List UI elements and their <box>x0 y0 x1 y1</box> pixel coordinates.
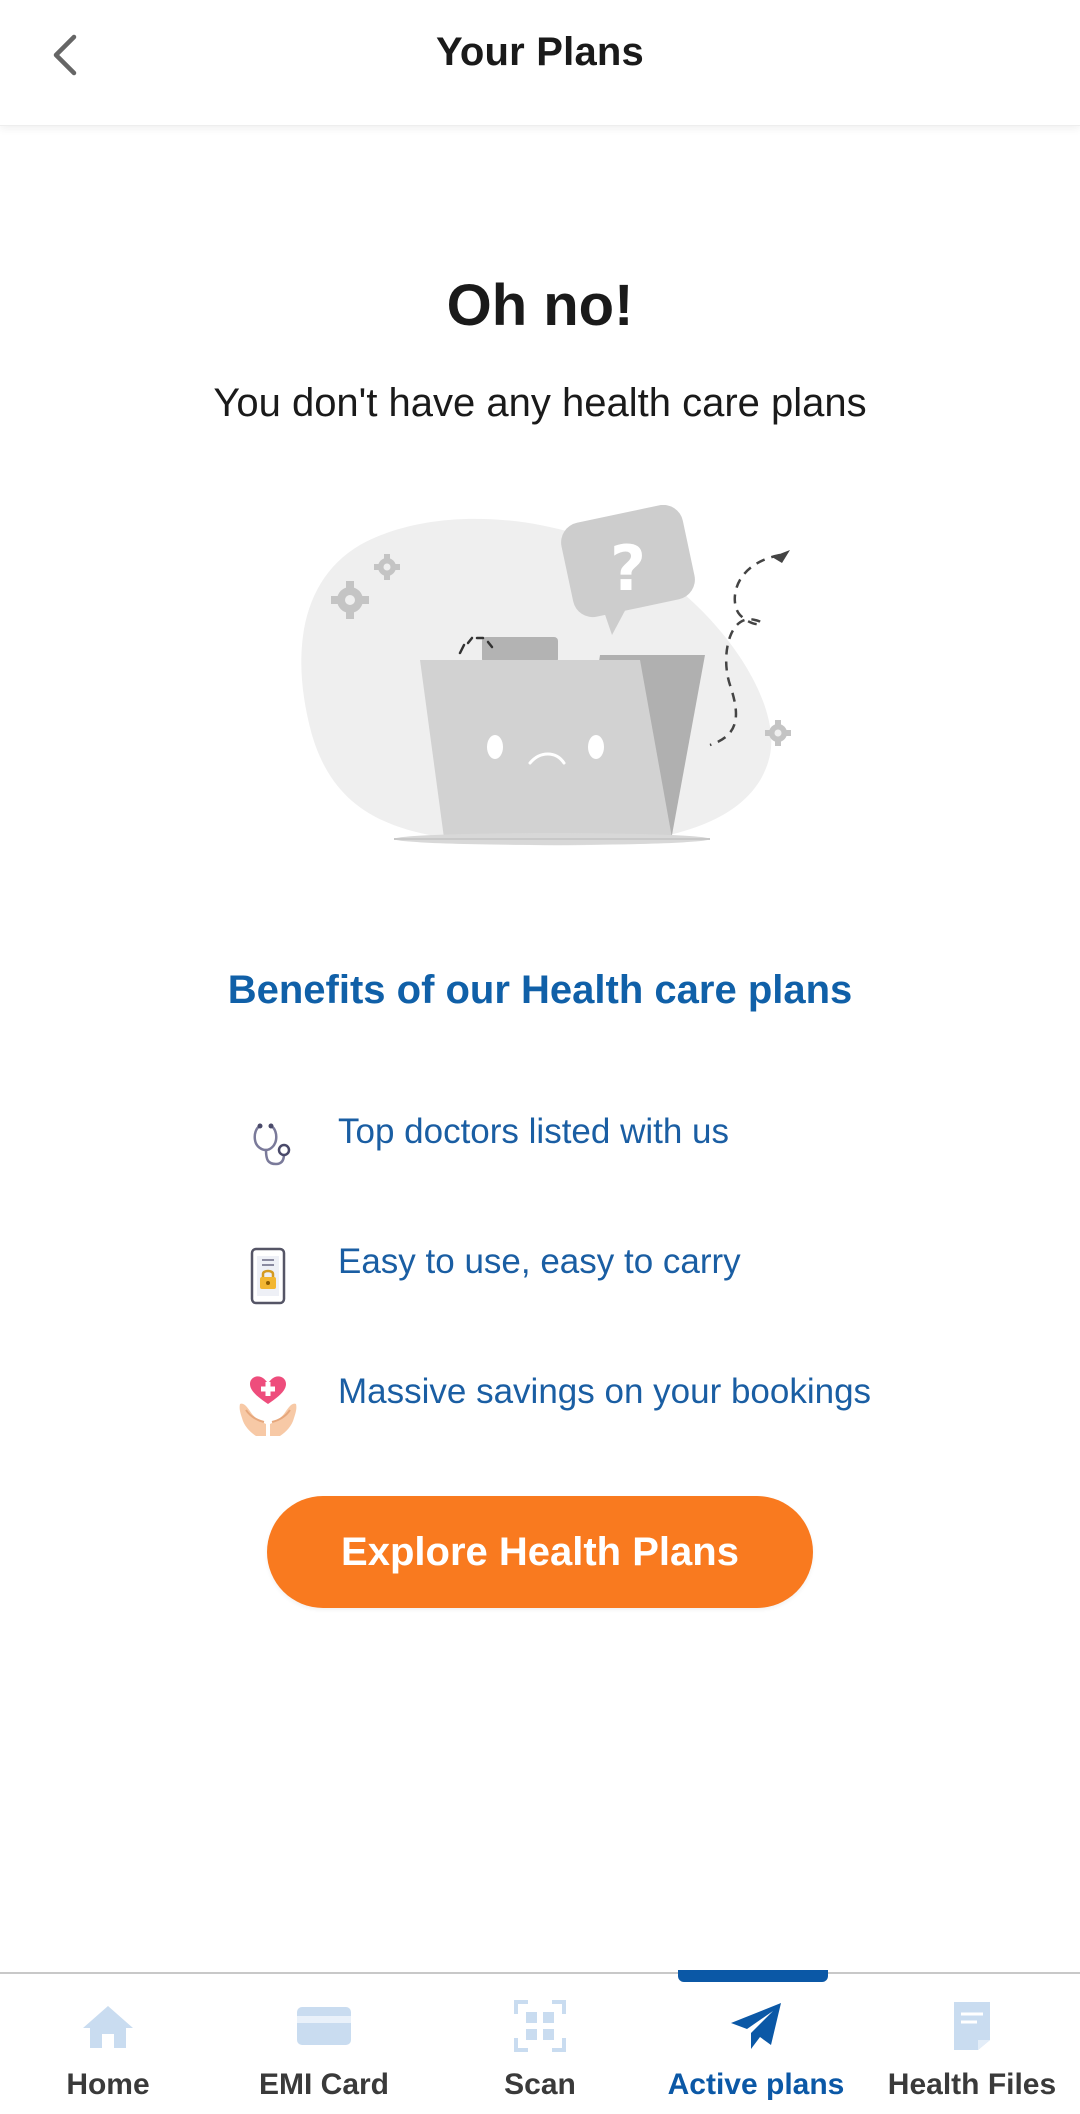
nav-label: Home <box>66 2068 150 2101</box>
sad-empty-folder-illustration: ? <box>300 504 800 865</box>
nav-label: Active plans <box>667 2068 845 2101</box>
page-title: Your Plans <box>436 30 644 74</box>
nav-item-home[interactable]: Home <box>0 1974 216 2114</box>
benefit-label: Easy to use, easy to carry <box>338 1242 741 1281</box>
nav-item-emi-card[interactable]: EMI Card <box>216 1974 432 2114</box>
svg-text:?: ? <box>610 532 646 605</box>
nav-item-scan[interactable]: Scan <box>432 1974 648 2114</box>
empty-state-message: You don't have any health care plans <box>213 381 867 425</box>
nav-label: EMI Card <box>258 2068 390 2101</box>
card-icon <box>216 2000 432 2052</box>
home-icon <box>0 2000 216 2052</box>
nav-label: Scan <box>504 2068 576 2101</box>
empty-state-heading: Oh no! <box>446 273 634 338</box>
your-plans-screen: Your Plans Oh no! You don't have any hea… <box>0 0 1080 2114</box>
nav-item-health-files[interactable]: Health Files <box>864 1974 1080 2114</box>
heart-in-hands-icon <box>230 1368 306 1444</box>
app-header: Your Plans <box>0 0 1080 126</box>
benefit-item: Easy to use, easy to carry <box>230 1238 930 1318</box>
nav-label: Health Files <box>887 2068 1057 2101</box>
bottom-navigation: Home EMI Card Scan Active plans Health F… <box>0 1970 1080 2114</box>
benefit-label: Top doctors listed with us <box>338 1112 730 1151</box>
nav-item-active-plans[interactable]: Active plans <box>648 1974 864 2114</box>
benefit-label: Massive savings on your bookings <box>338 1372 872 1411</box>
paper-plane-icon <box>648 2000 864 2052</box>
benefits-title: Benefits of our Health care plans <box>227 968 853 1012</box>
document-icon <box>864 2000 1080 2052</box>
scan-icon <box>432 2000 648 2052</box>
benefit-item: Massive savings on your bookings <box>230 1368 930 1448</box>
phone-lock-icon <box>230 1238 306 1314</box>
explore-health-plans-button[interactable]: Explore Health Plans <box>267 1496 813 1608</box>
benefit-item: Top doctors listed with us <box>230 1108 930 1188</box>
stethoscope-icon <box>230 1108 306 1184</box>
